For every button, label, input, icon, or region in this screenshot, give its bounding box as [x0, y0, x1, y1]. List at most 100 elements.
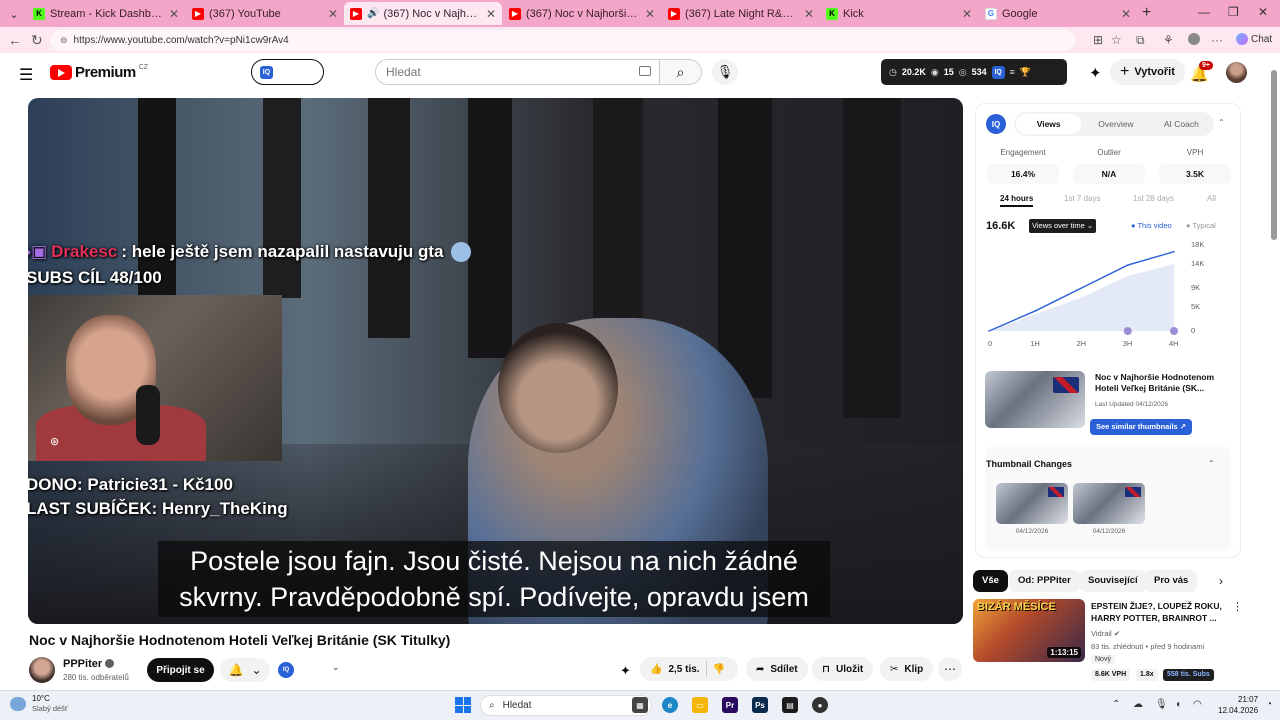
- chip-related[interactable]: Související: [1079, 570, 1147, 592]
- profile-avatar[interactable]: [1188, 33, 1200, 45]
- thumbnail-change-item[interactable]: [1073, 483, 1145, 524]
- site-info-icon[interactable]: ⊜: [60, 35, 68, 46]
- chart-metric-select[interactable]: Views over time ⌄: [1029, 219, 1097, 233]
- reload-icon[interactable]: ↻: [31, 32, 43, 49]
- tab-rnb-playlist[interactable]: ▶ (367) Late Night R&B Playlist Vol. ✕: [662, 2, 820, 25]
- channel-avatar[interactable]: [29, 657, 55, 683]
- chip-for-you[interactable]: Pro vás: [1145, 570, 1198, 592]
- vidiq-stats-bar[interactable]: ◷ 20.2K ◉ 15 ◎ 534 IQ ≡ 🏆: [881, 59, 1067, 85]
- hamburger-menu-icon[interactable]: ☰: [19, 65, 33, 85]
- copilot-chat-button[interactable]: Chat: [1236, 33, 1272, 45]
- extensions-icon[interactable]: ⧉: [1136, 33, 1145, 48]
- photoshop-icon[interactable]: Ps: [752, 697, 768, 713]
- task-view-icon[interactable]: ▦: [632, 697, 648, 713]
- thumbnail-change-marker[interactable]: [1123, 327, 1132, 335]
- taskbar-search[interactable]: ⌕ Hledat: [480, 695, 652, 716]
- trophy-icon[interactable]: 🏆: [1020, 67, 1031, 78]
- tab-views[interactable]: Views: [1016, 114, 1082, 134]
- windows-start-icon[interactable]: [455, 697, 471, 713]
- close-tab-icon[interactable]: ✕: [962, 7, 972, 21]
- user-avatar[interactable]: [1226, 62, 1247, 83]
- minimize-icon[interactable]: —: [1198, 5, 1210, 19]
- tab-current-video[interactable]: ▶ 🔊 (367) Noc v Najhoršie Hodnot ✕: [344, 2, 502, 25]
- new-tab-plus-icon[interactable]: +: [1142, 4, 1151, 22]
- scrollbar-thumb[interactable]: [1271, 70, 1277, 240]
- video-thumbnail[interactable]: [985, 371, 1085, 428]
- system-clock[interactable]: 21:07 12.04.2026: [1218, 694, 1258, 716]
- notification-icon[interactable]: ◔: [1266, 699, 1272, 710]
- gift-icon[interactable]: ✦: [1089, 64, 1102, 82]
- collapse-chevron-icon[interactable]: ⌃: [1208, 459, 1215, 468]
- headset-icon[interactable]: ◖: [1175, 699, 1181, 710]
- weather-widget[interactable]: 10°C Slabý déšť: [10, 694, 68, 714]
- chevron-right-icon[interactable]: ›: [1219, 574, 1223, 588]
- save-button[interactable]: ⊓ Uložit: [812, 657, 874, 681]
- speaker-icon[interactable]: 🔊: [367, 8, 379, 19]
- vidiq-toggle[interactable]: IQ: [251, 59, 324, 85]
- close-tab-icon[interactable]: ✕: [804, 7, 814, 21]
- edge-icon[interactable]: e: [662, 697, 678, 713]
- app-install-icon[interactable]: ⊞: [1093, 33, 1103, 47]
- more-vertical-icon[interactable]: ⋮: [1232, 600, 1243, 613]
- thumbnail-change-item[interactable]: [996, 483, 1068, 524]
- see-similar-thumbnails-button[interactable]: See similar thumbnails ↗: [1090, 419, 1193, 435]
- favorite-star-icon[interactable]: ☆: [1111, 33, 1122, 47]
- chip-from-channel[interactable]: Od: PPPiter: [1009, 570, 1080, 592]
- gift-icon[interactable]: ✦: [620, 663, 631, 679]
- more-menu-icon[interactable]: ···: [1211, 33, 1223, 47]
- chevron-down-icon[interactable]: ⌄: [332, 662, 340, 673]
- close-window-icon[interactable]: ✕: [1258, 5, 1268, 19]
- close-tab-icon[interactable]: ✕: [1121, 7, 1131, 21]
- create-button[interactable]: + Vytvořit: [1110, 59, 1185, 85]
- more-actions-icon[interactable]: ⋯: [938, 657, 962, 681]
- chip-all[interactable]: Vše: [973, 570, 1008, 592]
- thumbnail-change-marker[interactable]: [1170, 327, 1178, 335]
- cloud-icon[interactable]: ☁: [1133, 699, 1143, 710]
- keyboard-icon[interactable]: [639, 66, 651, 76]
- dislike-icon[interactable]: 👎: [713, 664, 725, 675]
- list-icon[interactable]: ≡: [1010, 67, 1015, 77]
- tab-kick[interactable]: K Kick ✕: [820, 2, 978, 25]
- obs-icon[interactable]: ●: [812, 697, 828, 713]
- tab-youtube-home[interactable]: ▶ (367) YouTube ✕: [186, 2, 344, 25]
- back-arrow-icon[interactable]: ←: [8, 32, 22, 48]
- collections-icon[interactable]: ⚘: [1163, 33, 1174, 47]
- maximize-icon[interactable]: ❐: [1228, 5, 1239, 19]
- tray-chevron-icon[interactable]: ⌃: [1112, 699, 1120, 710]
- like-icon[interactable]: 👍: [650, 664, 662, 675]
- tab-video-duplicate[interactable]: ▶ (367) Noc v Najhoršie Hodnoteno ✕: [503, 2, 661, 25]
- close-tab-icon[interactable]: ✕: [486, 7, 496, 21]
- close-tab-icon[interactable]: ✕: [645, 7, 655, 21]
- tab-google[interactable]: G Google ✕: [979, 2, 1137, 25]
- tab-overview[interactable]: Overview: [1083, 119, 1148, 129]
- share-button[interactable]: ➦ Sdílet: [746, 657, 808, 681]
- vidiq-icon[interactable]: IQ: [278, 662, 294, 678]
- address-bar[interactable]: ⊜ https://www.youtube.com/watch?v=pNi1cw…: [50, 30, 1075, 51]
- voice-search-button[interactable]: 🎙: [712, 59, 738, 85]
- tab-ai-coach[interactable]: AI Coach: [1149, 119, 1214, 129]
- range-tab[interactable]: 1st 7 days: [1064, 194, 1100, 203]
- range-tab[interactable]: 24 hours: [1000, 194, 1034, 207]
- clip-button[interactable]: ✂ Klip: [880, 657, 934, 681]
- file-explorer-icon[interactable]: ▭: [692, 697, 708, 713]
- collapse-chevron-icon[interactable]: ⌃: [1218, 118, 1225, 127]
- tab-menu-chevron-icon[interactable]: ⌄: [4, 4, 24, 24]
- join-button[interactable]: Připojit se: [147, 658, 214, 682]
- recommended-title[interactable]: EPSTEIN ŽIJE?, LOUPEŽ ROKU, HARRY POTTER…: [1091, 600, 1231, 624]
- vidiq-icon[interactable]: IQ: [986, 114, 1006, 134]
- recommended-thumbnail[interactable]: BIZÁR MĚSÍCE 1:13:15: [973, 599, 1085, 662]
- premiere-icon[interactable]: Pr: [722, 697, 738, 713]
- recommended-channel[interactable]: Vidrail ✔: [1091, 629, 1120, 638]
- microphone-icon[interactable]: 🎙: [1155, 699, 1168, 710]
- close-tab-icon[interactable]: ✕: [328, 7, 338, 21]
- video-player[interactable]: ◆▣ Drakesc : hele ještě jsem nazapalil n…: [28, 98, 963, 624]
- like-count[interactable]: 2,5 tis.: [668, 664, 699, 675]
- tab-kick-dashboard[interactable]: K Stream - Kick Dashboard ✕: [27, 2, 185, 25]
- range-tab[interactable]: 1st 28 days: [1133, 194, 1174, 203]
- range-tab[interactable]: All: [1207, 194, 1216, 203]
- close-tab-icon[interactable]: ✕: [169, 7, 179, 21]
- search-button[interactable]: ⌕: [660, 59, 702, 85]
- wifi-icon[interactable]: ◠: [1193, 699, 1202, 710]
- youtube-premium-logo[interactable]: Premium CZ: [50, 64, 148, 81]
- channel-name[interactable]: PPPiter: [63, 658, 115, 670]
